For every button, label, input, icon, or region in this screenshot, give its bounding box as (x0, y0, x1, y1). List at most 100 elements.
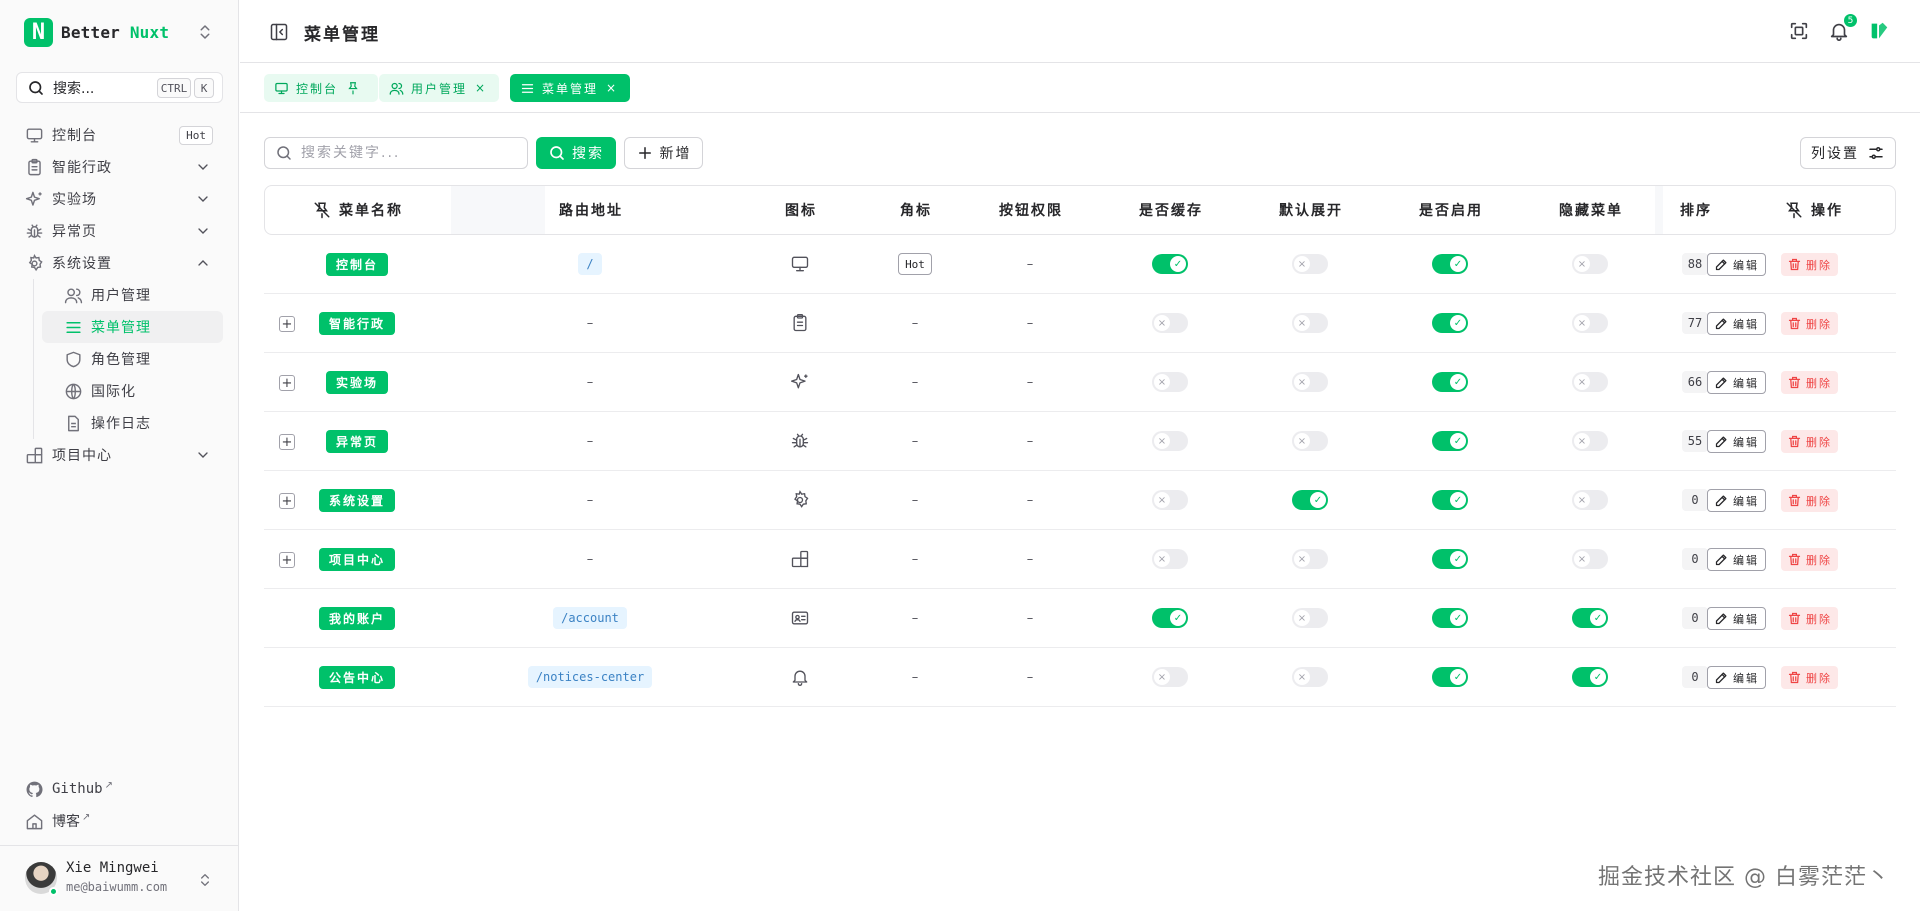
default-expand-toggle[interactable]: × (1292, 431, 1328, 451)
edit-button[interactable]: 编辑 (1707, 548, 1766, 571)
search-button[interactable]: 搜索 (536, 137, 616, 169)
cache-toggle[interactable]: × (1152, 490, 1188, 510)
sidebar-item-settings[interactable]: 系统设置 (16, 247, 223, 279)
delete-button[interactable]: 删除 (1781, 312, 1838, 335)
cache-toggle[interactable]: ✓ (1152, 254, 1188, 274)
edit-button[interactable]: 编辑 (1707, 371, 1766, 394)
empty-value: – (1026, 669, 1034, 685)
sidebar-item-logs[interactable]: 操作日志 (42, 407, 223, 439)
pin-icon[interactable] (346, 81, 360, 95)
edit-button[interactable]: 编辑 (1707, 253, 1766, 276)
column-header[interactable]: 排序 (1661, 186, 1731, 234)
column-header[interactable]: 路由地址 (451, 186, 731, 234)
github-link[interactable]: Github ↗ (25, 776, 113, 802)
cache-toggle[interactable]: ✓ (1152, 608, 1188, 628)
hide-menu-toggle[interactable]: ✓ (1572, 667, 1608, 687)
tab-users[interactable]: 用户管理 × (379, 74, 499, 102)
delete-button[interactable]: 删除 (1781, 607, 1838, 630)
enabled-toggle[interactable]: ✓ (1432, 667, 1468, 687)
cache-toggle[interactable]: × (1152, 549, 1188, 569)
hide-menu-toggle[interactable]: × (1572, 313, 1608, 333)
column-header[interactable]: 是否启用 (1381, 186, 1521, 234)
cell-enabled-toggle: ✓ (1380, 412, 1520, 470)
delete-label: 删除 (1806, 553, 1832, 567)
default-expand-toggle[interactable]: × (1292, 608, 1328, 628)
enabled-toggle[interactable]: ✓ (1432, 490, 1468, 510)
pin-off-icon[interactable] (1785, 201, 1803, 219)
tab-dashboard[interactable]: 控制台 (264, 74, 378, 102)
delete-button[interactable]: 删除 (1781, 253, 1838, 276)
enabled-toggle[interactable]: ✓ (1432, 254, 1468, 274)
chevrons-up-down-icon[interactable] (196, 22, 214, 42)
sidebar-item-admin[interactable]: 智能行政 (16, 151, 223, 183)
cache-toggle[interactable]: × (1152, 667, 1188, 687)
delete-button[interactable]: 删除 (1781, 430, 1838, 453)
default-expand-toggle[interactable]: × (1292, 372, 1328, 392)
delete-button[interactable]: 删除 (1781, 666, 1838, 689)
user-menu[interactable]: Xie Mingwei me@baiwumm.com (0, 845, 239, 911)
add-button-label: 新增 (659, 146, 692, 162)
empty-value: – (586, 433, 594, 449)
sidebar-item-exception[interactable]: 异常页 (16, 215, 223, 247)
column-header[interactable]: 按钮权限 (961, 186, 1101, 234)
edit-button[interactable]: 编辑 (1707, 666, 1766, 689)
brand[interactable]: N Better Nuxt (24, 16, 224, 48)
sidebar-item-projects[interactable]: 项目中心 (16, 439, 223, 471)
column-header[interactable]: 隐藏菜单 (1521, 186, 1661, 234)
default-expand-toggle[interactable]: × (1292, 313, 1328, 333)
tab-menus[interactable]: 菜单管理 × (510, 74, 630, 102)
delete-button[interactable]: 删除 (1781, 489, 1838, 512)
enabled-toggle[interactable]: ✓ (1432, 372, 1468, 392)
cache-toggle[interactable]: × (1152, 313, 1188, 333)
cache-toggle[interactable]: × (1152, 431, 1188, 451)
column-header[interactable]: 是否缓存 (1101, 186, 1241, 234)
sidebar-search[interactable]: 搜索... CTRL K (16, 72, 223, 103)
hide-menu-toggle[interactable]: ✓ (1572, 608, 1608, 628)
delete-button[interactable]: 删除 (1781, 548, 1838, 571)
column-header[interactable]: 图标 (731, 186, 871, 234)
column-header[interactable]: 角标 (871, 186, 961, 234)
default-expand-toggle[interactable]: ✓ (1292, 490, 1328, 510)
hide-menu-toggle[interactable]: × (1572, 431, 1608, 451)
edit-button[interactable]: 编辑 (1707, 312, 1766, 335)
sidebar-item-i18n[interactable]: 国际化 (42, 375, 223, 407)
keyword-search-input[interactable] (301, 145, 501, 161)
delete-button[interactable]: 删除 (1781, 371, 1838, 394)
edit-button[interactable]: 编辑 (1707, 489, 1766, 512)
enabled-toggle[interactable]: ✓ (1432, 431, 1468, 451)
hide-menu-toggle[interactable]: × (1572, 490, 1608, 510)
gear-icon (790, 490, 810, 510)
column-header[interactable]: 操作 (1731, 186, 1897, 234)
default-expand-toggle[interactable]: × (1292, 667, 1328, 687)
keyword-search-field[interactable] (264, 137, 528, 169)
cell-default-expand-toggle: × (1240, 294, 1380, 352)
default-expand-toggle[interactable]: × (1292, 549, 1328, 569)
column-settings-label: 列设置 (1811, 146, 1859, 162)
hide-menu-toggle[interactable]: × (1572, 254, 1608, 274)
fullscreen-scan-icon[interactable] (1788, 20, 1810, 42)
default-expand-toggle[interactable]: × (1292, 254, 1328, 274)
sidebar-item-dashboard[interactable]: 控制台 Hot (16, 119, 223, 151)
sidebar-item-menus[interactable]: 菜单管理 (42, 311, 223, 343)
enabled-toggle[interactable]: ✓ (1432, 549, 1468, 569)
cache-toggle[interactable]: × (1152, 372, 1188, 392)
column-header[interactable]: 默认展开 (1241, 186, 1381, 234)
edit-button[interactable]: 编辑 (1707, 430, 1766, 453)
sidebar-collapse-icon[interactable] (269, 22, 289, 42)
blog-link[interactable]: 博客 ↗ (25, 808, 90, 834)
close-icon[interactable]: × (475, 81, 485, 95)
close-icon[interactable]: × (606, 81, 616, 95)
sidebar-item-users[interactable]: 用户管理 (42, 279, 223, 311)
hide-menu-toggle[interactable]: × (1572, 549, 1608, 569)
add-button[interactable]: 新增 (624, 137, 703, 169)
edit-button[interactable]: 编辑 (1707, 607, 1766, 630)
column-header[interactable]: 菜单名称 (265, 186, 451, 234)
sidebar-item-lab[interactable]: 实验场 (16, 183, 223, 215)
pin-off-icon[interactable] (313, 201, 331, 219)
enabled-toggle[interactable]: ✓ (1432, 608, 1468, 628)
enabled-toggle[interactable]: ✓ (1432, 313, 1468, 333)
column-settings-button[interactable]: 列设置 (1800, 137, 1896, 169)
hide-menu-toggle[interactable]: × (1572, 372, 1608, 392)
sidebar-item-roles[interactable]: 角色管理 (42, 343, 223, 375)
theme-settings-icon[interactable] (1868, 20, 1890, 42)
